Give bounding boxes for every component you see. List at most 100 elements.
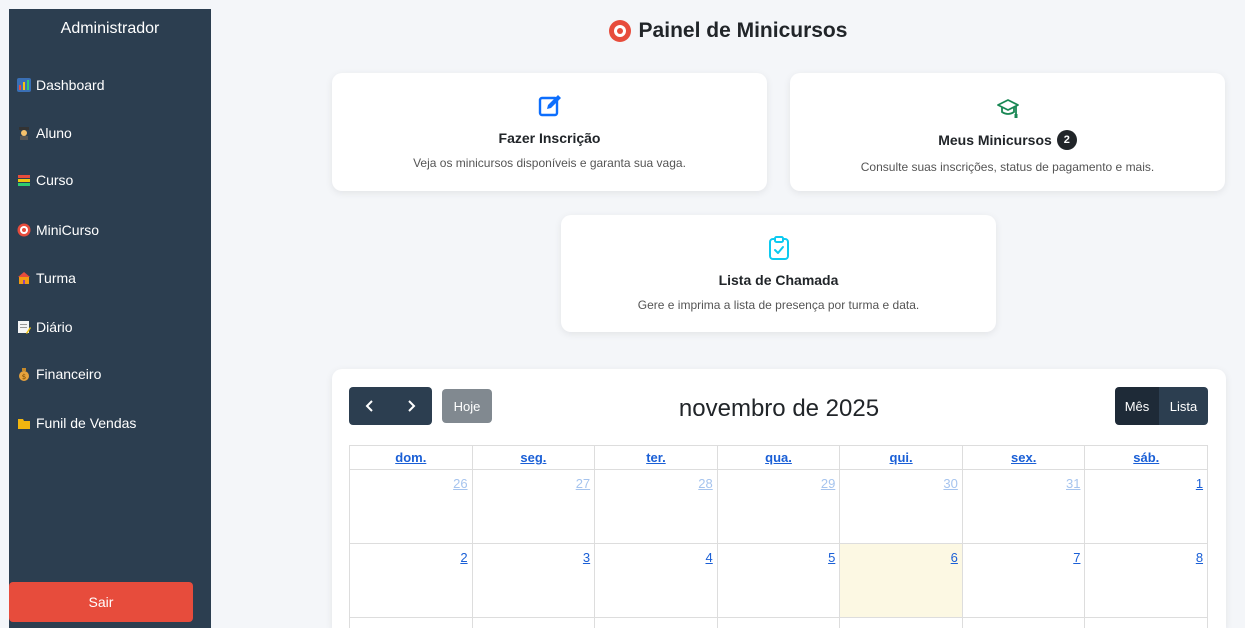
sidebar-title: Administrador (60, 20, 160, 37)
calendar-day[interactable]: 5 (718, 544, 841, 617)
memo-icon (17, 320, 31, 334)
day-number[interactable]: 6 (951, 550, 958, 565)
sidebar-item-minicurso[interactable]: MiniCurso (9, 218, 211, 242)
calendar-day[interactable] (840, 618, 963, 628)
calendar: novembro de 2025 Hoje Mês Lista dom. seg… (332, 369, 1226, 628)
calendar-nav-group (349, 387, 432, 425)
weekday-header: dom. seg. ter. qua. qui. sex. sáb. (349, 445, 1208, 470)
attendance-card[interactable]: Lista de Chamada Gere e imprima a lista … (561, 215, 996, 332)
sidebar: Administrador Dashboard Aluno Curso Mini… (9, 9, 211, 628)
day-number[interactable]: 29 (821, 476, 835, 491)
calendar-day[interactable] (718, 618, 841, 628)
calendar-day[interactable]: 8 (1085, 544, 1207, 617)
enroll-card-title: Fazer Inscrição (498, 130, 601, 146)
logout-button[interactable]: Sair (9, 582, 193, 622)
day-number[interactable]: 28 (698, 476, 712, 491)
day-number[interactable]: 31 (1066, 476, 1080, 491)
calendar-day[interactable]: 26 (350, 470, 473, 543)
sidebar-item-financeiro[interactable]: $ Financeiro (9, 362, 211, 386)
prev-month-button[interactable] (349, 387, 391, 425)
day-number[interactable]: 3 (583, 550, 590, 565)
day-number[interactable]: 4 (706, 550, 713, 565)
attendance-card-title: Lista de Chamada (718, 272, 839, 288)
my-courses-title-text: Meus Minicursos (938, 132, 1052, 148)
weekday-thu[interactable]: qui. (840, 446, 963, 469)
day-number[interactable]: 1 (1196, 476, 1203, 491)
calendar-day[interactable]: 7 (963, 544, 1086, 617)
svg-text:$: $ (22, 373, 26, 381)
calendar-day[interactable] (963, 618, 1086, 628)
sidebar-item-label: Diário (36, 319, 73, 335)
sidebar-item-diario[interactable]: Diário (9, 315, 211, 339)
sidebar-item-label: Aluno (36, 125, 72, 141)
money-bag-icon: $ (17, 367, 31, 381)
student-icon (17, 126, 31, 140)
list-view-button[interactable]: Lista (1159, 387, 1208, 425)
weekday-tue[interactable]: ter. (595, 446, 718, 469)
day-number[interactable]: 27 (576, 476, 590, 491)
sidebar-item-dashboard[interactable]: Dashboard (9, 73, 211, 97)
calendar-day[interactable]: 4 (595, 544, 718, 617)
calendar-day[interactable]: 31 (963, 470, 1086, 543)
day-number[interactable]: 8 (1196, 550, 1203, 565)
my-courses-card[interactable]: Meus Minicursos 2 Consulte suas inscriçõ… (790, 73, 1225, 191)
bar-chart-icon (17, 78, 31, 92)
calendar-day-today[interactable]: 6 (840, 544, 963, 617)
weekday-sun[interactable]: dom. (350, 446, 473, 469)
day-number[interactable]: 30 (943, 476, 957, 491)
day-number[interactable]: 2 (460, 550, 467, 565)
weekday-mon[interactable]: seg. (473, 446, 596, 469)
folder-icon (17, 416, 31, 430)
enroll-card-desc: Veja os minicursos disponíveis e garanta… (413, 156, 686, 170)
calendar-grid: dom. seg. ter. qua. qui. sex. sáb. 26 27… (349, 445, 1208, 628)
day-number[interactable]: 5 (828, 550, 835, 565)
view-toggle: Mês Lista (1115, 387, 1208, 425)
calendar-day[interactable]: 3 (473, 544, 596, 617)
calendar-week: 2 3 4 5 6 7 8 (349, 544, 1208, 618)
today-button[interactable]: Hoje (442, 389, 492, 423)
books-icon (17, 173, 31, 187)
day-number[interactable]: 7 (1073, 550, 1080, 565)
calendar-day[interactable]: 28 (595, 470, 718, 543)
calendar-day[interactable]: 2 (350, 544, 473, 617)
calendar-day[interactable] (595, 618, 718, 628)
attendance-card-desc: Gere e imprima a lista de presença por t… (637, 298, 920, 312)
calendar-day[interactable] (350, 618, 473, 628)
chevron-left-icon (365, 400, 373, 412)
enroll-card[interactable]: Fazer Inscrição Veja os minicursos dispo… (332, 73, 767, 191)
calendar-day[interactable] (473, 618, 596, 628)
sidebar-item-label: MiniCurso (36, 222, 100, 238)
school-icon (17, 271, 31, 285)
sidebar-item-label: Turma (36, 270, 76, 286)
clipboard-check-icon (561, 235, 996, 266)
sidebar-item-label: Curso (36, 172, 74, 188)
enrollment-count-badge: 2 (1056, 130, 1077, 150)
calendar-week (349, 618, 1208, 628)
calendar-day[interactable]: 27 (473, 470, 596, 543)
my-courses-card-title: Meus Minicursos 2 (790, 130, 1225, 150)
weekday-sat[interactable]: sáb. (1085, 446, 1207, 469)
calendar-day[interactable]: 1 (1085, 470, 1207, 543)
calendar-day[interactable]: 29 (718, 470, 841, 543)
page-title-text: Painel de Minicursos (638, 19, 848, 42)
weekday-wed[interactable]: qua. (718, 446, 841, 469)
next-month-button[interactable] (391, 387, 433, 425)
chevron-right-icon (408, 400, 416, 412)
edit-icon (332, 93, 767, 124)
sidebar-item-aluno[interactable]: Aluno (9, 121, 211, 145)
target-icon (608, 20, 631, 42)
sidebar-item-curso[interactable]: Curso (9, 168, 211, 192)
sidebar-item-label: Dashboard (36, 77, 105, 93)
day-number[interactable]: 26 (453, 476, 467, 491)
sidebar-item-label: Funil de Vendas (36, 415, 137, 431)
calendar-day[interactable]: 30 (840, 470, 963, 543)
weekday-fri[interactable]: sex. (963, 446, 1086, 469)
calendar-day[interactable] (1085, 618, 1207, 628)
sidebar-item-funil-de-vendas[interactable]: Funil de Vendas (9, 411, 211, 435)
sidebar-item-label: Financeiro (36, 366, 102, 382)
target-icon (17, 223, 31, 237)
page-title: Painel de Minicursos (211, 19, 1245, 43)
sidebar-item-turma[interactable]: Turma (9, 266, 211, 290)
month-view-button[interactable]: Mês (1115, 387, 1159, 425)
graduation-cap-icon (790, 97, 1225, 124)
